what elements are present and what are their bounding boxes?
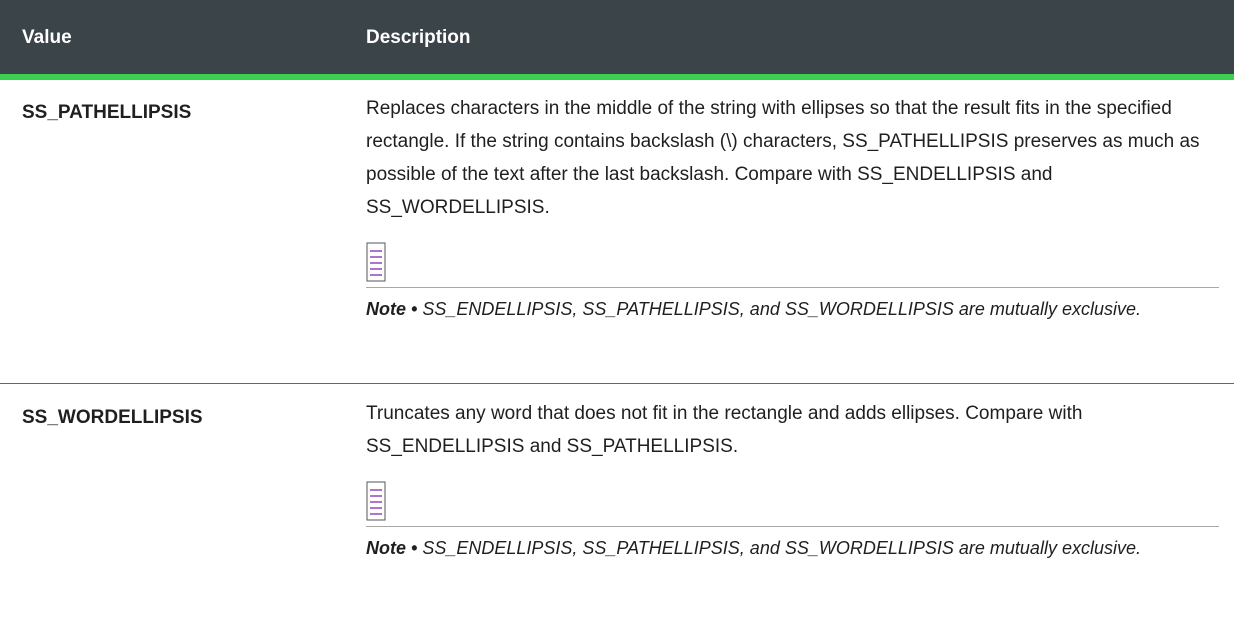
note-icon	[366, 242, 386, 282]
note-label: Note •	[366, 299, 418, 319]
note-divider	[366, 526, 1219, 527]
table-row: SS_WORDELLIPSIS Truncates any word that …	[0, 384, 1234, 635]
value-cell: SS_WORDELLIPSIS	[22, 407, 203, 428]
note: Note • SS_ENDELLIPSIS, SS_PATHELLIPSIS, …	[366, 294, 1221, 324]
parameter-table: Value Description SS_PATHELLIPSIS Replac…	[0, 0, 1234, 635]
note-icon	[366, 481, 386, 521]
header-value: Value	[22, 27, 72, 48]
note-divider	[366, 287, 1219, 288]
description-text: Replaces characters in the middle of the…	[366, 98, 1200, 218]
description-text: Truncates any word that does not fit in …	[366, 403, 1083, 457]
header-description: Description	[366, 27, 471, 48]
description-cell: Truncates any word that does not fit in …	[366, 384, 1221, 635]
note-text: SS_ENDELLIPSIS, SS_PATHELLIPSIS, and SS_…	[422, 538, 1141, 558]
description-cell: Replaces characters in the middle of the…	[366, 80, 1221, 383]
table-row: SS_PATHELLIPSIS Replaces characters in t…	[0, 80, 1234, 384]
table-header: Value Description	[0, 0, 1234, 80]
note-text: SS_ENDELLIPSIS, SS_PATHELLIPSIS, and SS_…	[422, 299, 1141, 319]
value-cell: SS_PATHELLIPSIS	[22, 102, 192, 123]
note-label: Note •	[366, 538, 418, 558]
note: Note • SS_ENDELLIPSIS, SS_PATHELLIPSIS, …	[366, 533, 1221, 563]
